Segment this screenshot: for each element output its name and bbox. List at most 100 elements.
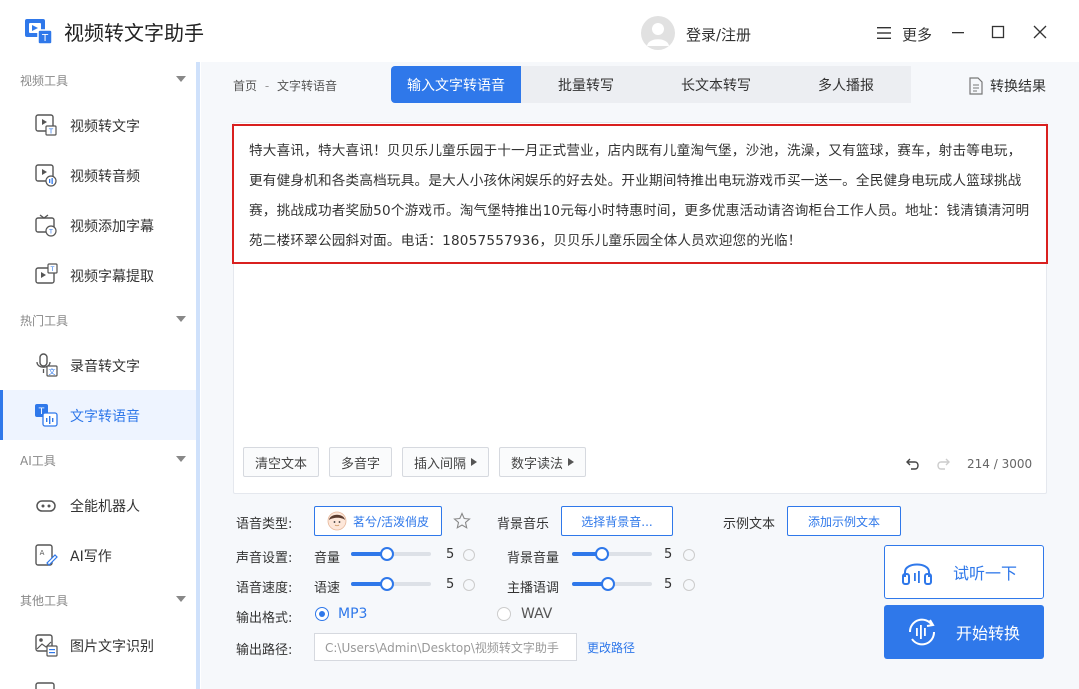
bg-volume-slider[interactable] [572, 547, 652, 561]
pitch-value: 5 [664, 577, 673, 592]
output-path-label: 输出路径: [236, 643, 293, 658]
output-format-label: 输出格式: [236, 611, 293, 626]
sidebar-item-recording-to-text[interactable]: 文 录音转文字 [0, 340, 196, 390]
sidebar-item-ai-writing[interactable]: A AI写作 [0, 530, 196, 580]
reset-speed-icon[interactable] [463, 579, 475, 591]
breadcrumb-separator: - [264, 79, 270, 93]
speed-slider[interactable] [351, 577, 431, 591]
number-reading-label: 数字读法 [511, 456, 564, 472]
bg-music-label: 背景音乐 [497, 517, 550, 532]
undo-icon[interactable] [905, 457, 921, 471]
tab-batch-transcribe[interactable]: 批量转写 [521, 66, 651, 103]
sidebar-item-label: 图片文字识别 [70, 639, 154, 655]
star-icon[interactable] [453, 512, 471, 530]
reset-volume-icon[interactable] [463, 549, 475, 561]
change-path-link[interactable]: 更改路径 [587, 639, 635, 656]
format-mp3-radio[interactable] [315, 607, 329, 621]
svg-text:文: 文 [49, 367, 56, 376]
sound-settings-label: 声音设置: [236, 551, 293, 566]
sidebar-item-label: AI写作 [70, 549, 112, 565]
format-wav-radio[interactable] [497, 607, 511, 621]
bg-volume-label: 背景音量 [507, 551, 560, 566]
slider-knob[interactable] [380, 547, 394, 561]
number-reading-button[interactable]: 数字读法 [499, 447, 587, 477]
slider-knob[interactable] [595, 547, 610, 561]
conversion-result-button[interactable]: 转换结果 [968, 76, 1046, 96]
document-icon [969, 77, 983, 95]
preview-button[interactable]: 试听一下 [884, 545, 1044, 599]
sidebar-item-video-to-audio[interactable]: 视频转音频 [0, 150, 196, 200]
select-bg-music-button[interactable]: 选择背景音... [561, 506, 673, 536]
conversion-result-label: 转换结果 [990, 79, 1046, 95]
caret-down-icon [176, 316, 186, 322]
image-ocr-icon [35, 634, 58, 657]
slider-knob[interactable] [601, 577, 615, 591]
voice-select-button[interactable]: 茗兮/活泼俏皮 [314, 506, 442, 536]
format-wav-label[interactable]: WAV [521, 606, 552, 622]
sidebar-group-other-tools[interactable]: 其他工具 [0, 582, 196, 618]
caret-down-icon [176, 596, 186, 602]
login-register-link[interactable]: 登录/注册 [686, 24, 751, 45]
start-conversion-button[interactable]: 开始转换 [884, 605, 1044, 659]
sample-text-label: 示例文本 [723, 517, 776, 532]
sidebar-group-ai-tools[interactable]: AI工具 [0, 442, 196, 478]
insert-pause-button[interactable]: 插入间隔 [402, 447, 490, 477]
sidebar-item-partial[interactable] [0, 674, 196, 689]
app-title: 视频转文字助手 [64, 21, 204, 45]
svg-text:T: T [48, 128, 54, 136]
slider-knob[interactable] [380, 577, 394, 591]
reset-bg-volume-icon[interactable] [683, 549, 695, 561]
video-to-text-icon: T [35, 114, 57, 136]
sidebar-item-video-subtitle-extract[interactable]: T 视频字幕提取 [0, 250, 196, 300]
tab-input-text-to-speech[interactable]: 输入文字转语音 [391, 66, 521, 103]
svg-text:T: T [50, 266, 55, 273]
speed-label: 语速 [314, 581, 341, 596]
insert-pause-label: 插入间隔 [414, 456, 467, 472]
convert-audio-icon [908, 618, 936, 646]
partial-icon [35, 682, 55, 689]
avatar[interactable] [641, 16, 675, 50]
add-sample-text-button[interactable]: 添加示例文本 [787, 506, 901, 536]
caret-down-icon [176, 456, 186, 462]
pitch-label: 主播语调 [507, 581, 560, 596]
sidebar-group-video-tools[interactable]: 视频工具 [0, 62, 196, 98]
format-mp3-label[interactable]: MP3 [338, 606, 367, 622]
tab-long-text-transcribe[interactable]: 长文本转写 [651, 66, 781, 103]
more-menu-button[interactable]: 更多 [902, 24, 932, 45]
video-add-subtitle-icon: T [35, 214, 57, 237]
text-to-speech-icon: T [35, 404, 58, 427]
voice-name: 茗兮/活泼俏皮 [352, 514, 430, 529]
clear-text-button[interactable]: 清空文本 [243, 447, 320, 477]
sidebar-group-hot-tools[interactable]: 热门工具 [0, 302, 196, 338]
character-count: 214 / 3000 [967, 457, 1033, 471]
reset-pitch-icon[interactable] [683, 579, 695, 591]
minimize-icon[interactable] [948, 22, 968, 42]
close-icon[interactable] [1030, 22, 1050, 42]
sidebar-item-video-add-subtitle[interactable]: T 视频添加字幕 [0, 200, 196, 250]
robot-icon [36, 500, 56, 512]
sidebar-item-video-to-text[interactable]: T 视频转文字 [0, 100, 196, 150]
voice-avatar-icon [327, 511, 347, 531]
pitch-slider[interactable] [572, 577, 652, 591]
recording-to-text-icon: 文 [36, 353, 58, 377]
polyphone-button[interactable]: 多音字 [329, 447, 393, 477]
editor-text-content[interactable]: 特大喜讯，特大喜讯！贝贝乐儿童乐园于十一月正式营业，店内既有儿童淘气堡，沙池，洗… [232, 124, 1048, 264]
sidebar-item-text-to-speech[interactable]: T 文字转语音 [0, 390, 196, 440]
sidebar-item-robot[interactable]: 全能机器人 [0, 480, 196, 530]
sidebar-scrollbar[interactable] [196, 62, 200, 689]
svg-text:A: A [40, 549, 45, 557]
breadcrumb-home[interactable]: 首页 [233, 79, 257, 93]
sidebar-group-label: AI工具 [20, 454, 56, 468]
menu-icon[interactable] [876, 26, 892, 40]
sidebar-item-label: 视频添加字幕 [70, 219, 154, 235]
volume-slider[interactable] [351, 547, 431, 561]
output-path-field[interactable]: C:\Users\Admin\Desktop\视频转文字助手 [314, 633, 577, 661]
sidebar-item-label: 视频字幕提取 [70, 269, 154, 285]
sidebar-group-label: 其他工具 [20, 594, 69, 608]
title-bar: T 视频转文字助手 登录/注册 更多 [0, 0, 1079, 62]
maximize-icon[interactable] [988, 22, 1008, 42]
sidebar-group-label: 视频工具 [20, 74, 69, 88]
redo-icon[interactable] [935, 457, 951, 471]
sidebar-item-image-ocr[interactable]: 图片文字识别 [0, 620, 196, 670]
tab-multi-speaker[interactable]: 多人播报 [781, 66, 911, 103]
